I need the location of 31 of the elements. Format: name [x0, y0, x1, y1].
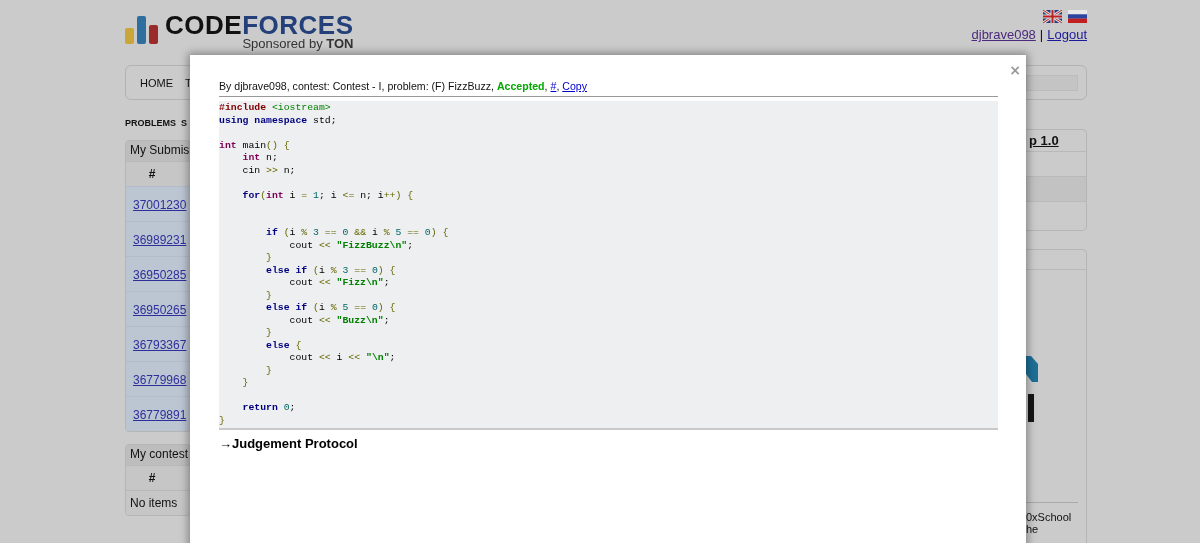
column-header: # [126, 465, 190, 490]
tab[interactable]: PROBLEMS [125, 118, 176, 132]
submission-link[interactable]: 37001230 [133, 198, 187, 212]
flag-icon[interactable] [1068, 10, 1087, 23]
submission-link[interactable]: 36989231 [133, 233, 187, 247]
logo-wordmark[interactable]: CODEFORCES [165, 10, 354, 40]
logout-link[interactable]: Logout [1047, 27, 1087, 42]
logo-fragment-icon [1026, 356, 1038, 422]
flag-icon[interactable] [1043, 10, 1062, 23]
panel-title: My Submis [126, 141, 190, 161]
submission-link[interactable]: 36779968 [133, 373, 187, 387]
tagline: Sponsored by TON [242, 38, 354, 50]
bar-chart-logo-icon [125, 16, 159, 44]
username-link[interactable]: djbrave098 [971, 27, 1036, 42]
submission-link[interactable]: 36779891 [133, 408, 187, 422]
submission-link[interactable]: 36793367 [133, 338, 187, 352]
link[interactable]: Copy [562, 80, 587, 92]
panel-title: My contest [126, 445, 190, 465]
source-code: #include <iostream> using namespace std; int main() { int n; cin >> n; for(int i = 1; i <= n; i++) { if (i % 3 == 0 && i % 5 == 0) { cout << "FizzBuzz\n"; } else if (i % 3 == 0) { cout << "Fizz\n"; } else if (i % 5 == 0) { cout << "Buzz\n"; } else { cout << i << "\n"; } } return 0; } [219, 102, 450, 427]
submission-link[interactable]: 36950285 [133, 268, 187, 282]
column-header: # [126, 161, 190, 186]
judgement-protocol-link[interactable]: →Judgement Protocol [219, 436, 998, 451]
sidebar-text: 0xSchool [1026, 511, 1073, 523]
submission-link[interactable]: 36950265 [133, 303, 187, 317]
separator: | [1039, 27, 1044, 42]
sidebar-text: he [1026, 523, 1040, 535]
search-field[interactable] [1026, 74, 1078, 91]
empty-message: No items [126, 490, 190, 515]
submission-info: By djbrave098, contest: Contest - I, problem: (F) FizzBuzz, Accepted, #, Copy [219, 80, 998, 97]
tab[interactable]: S [181, 118, 188, 132]
menu-item[interactable]: HOME [140, 76, 173, 89]
